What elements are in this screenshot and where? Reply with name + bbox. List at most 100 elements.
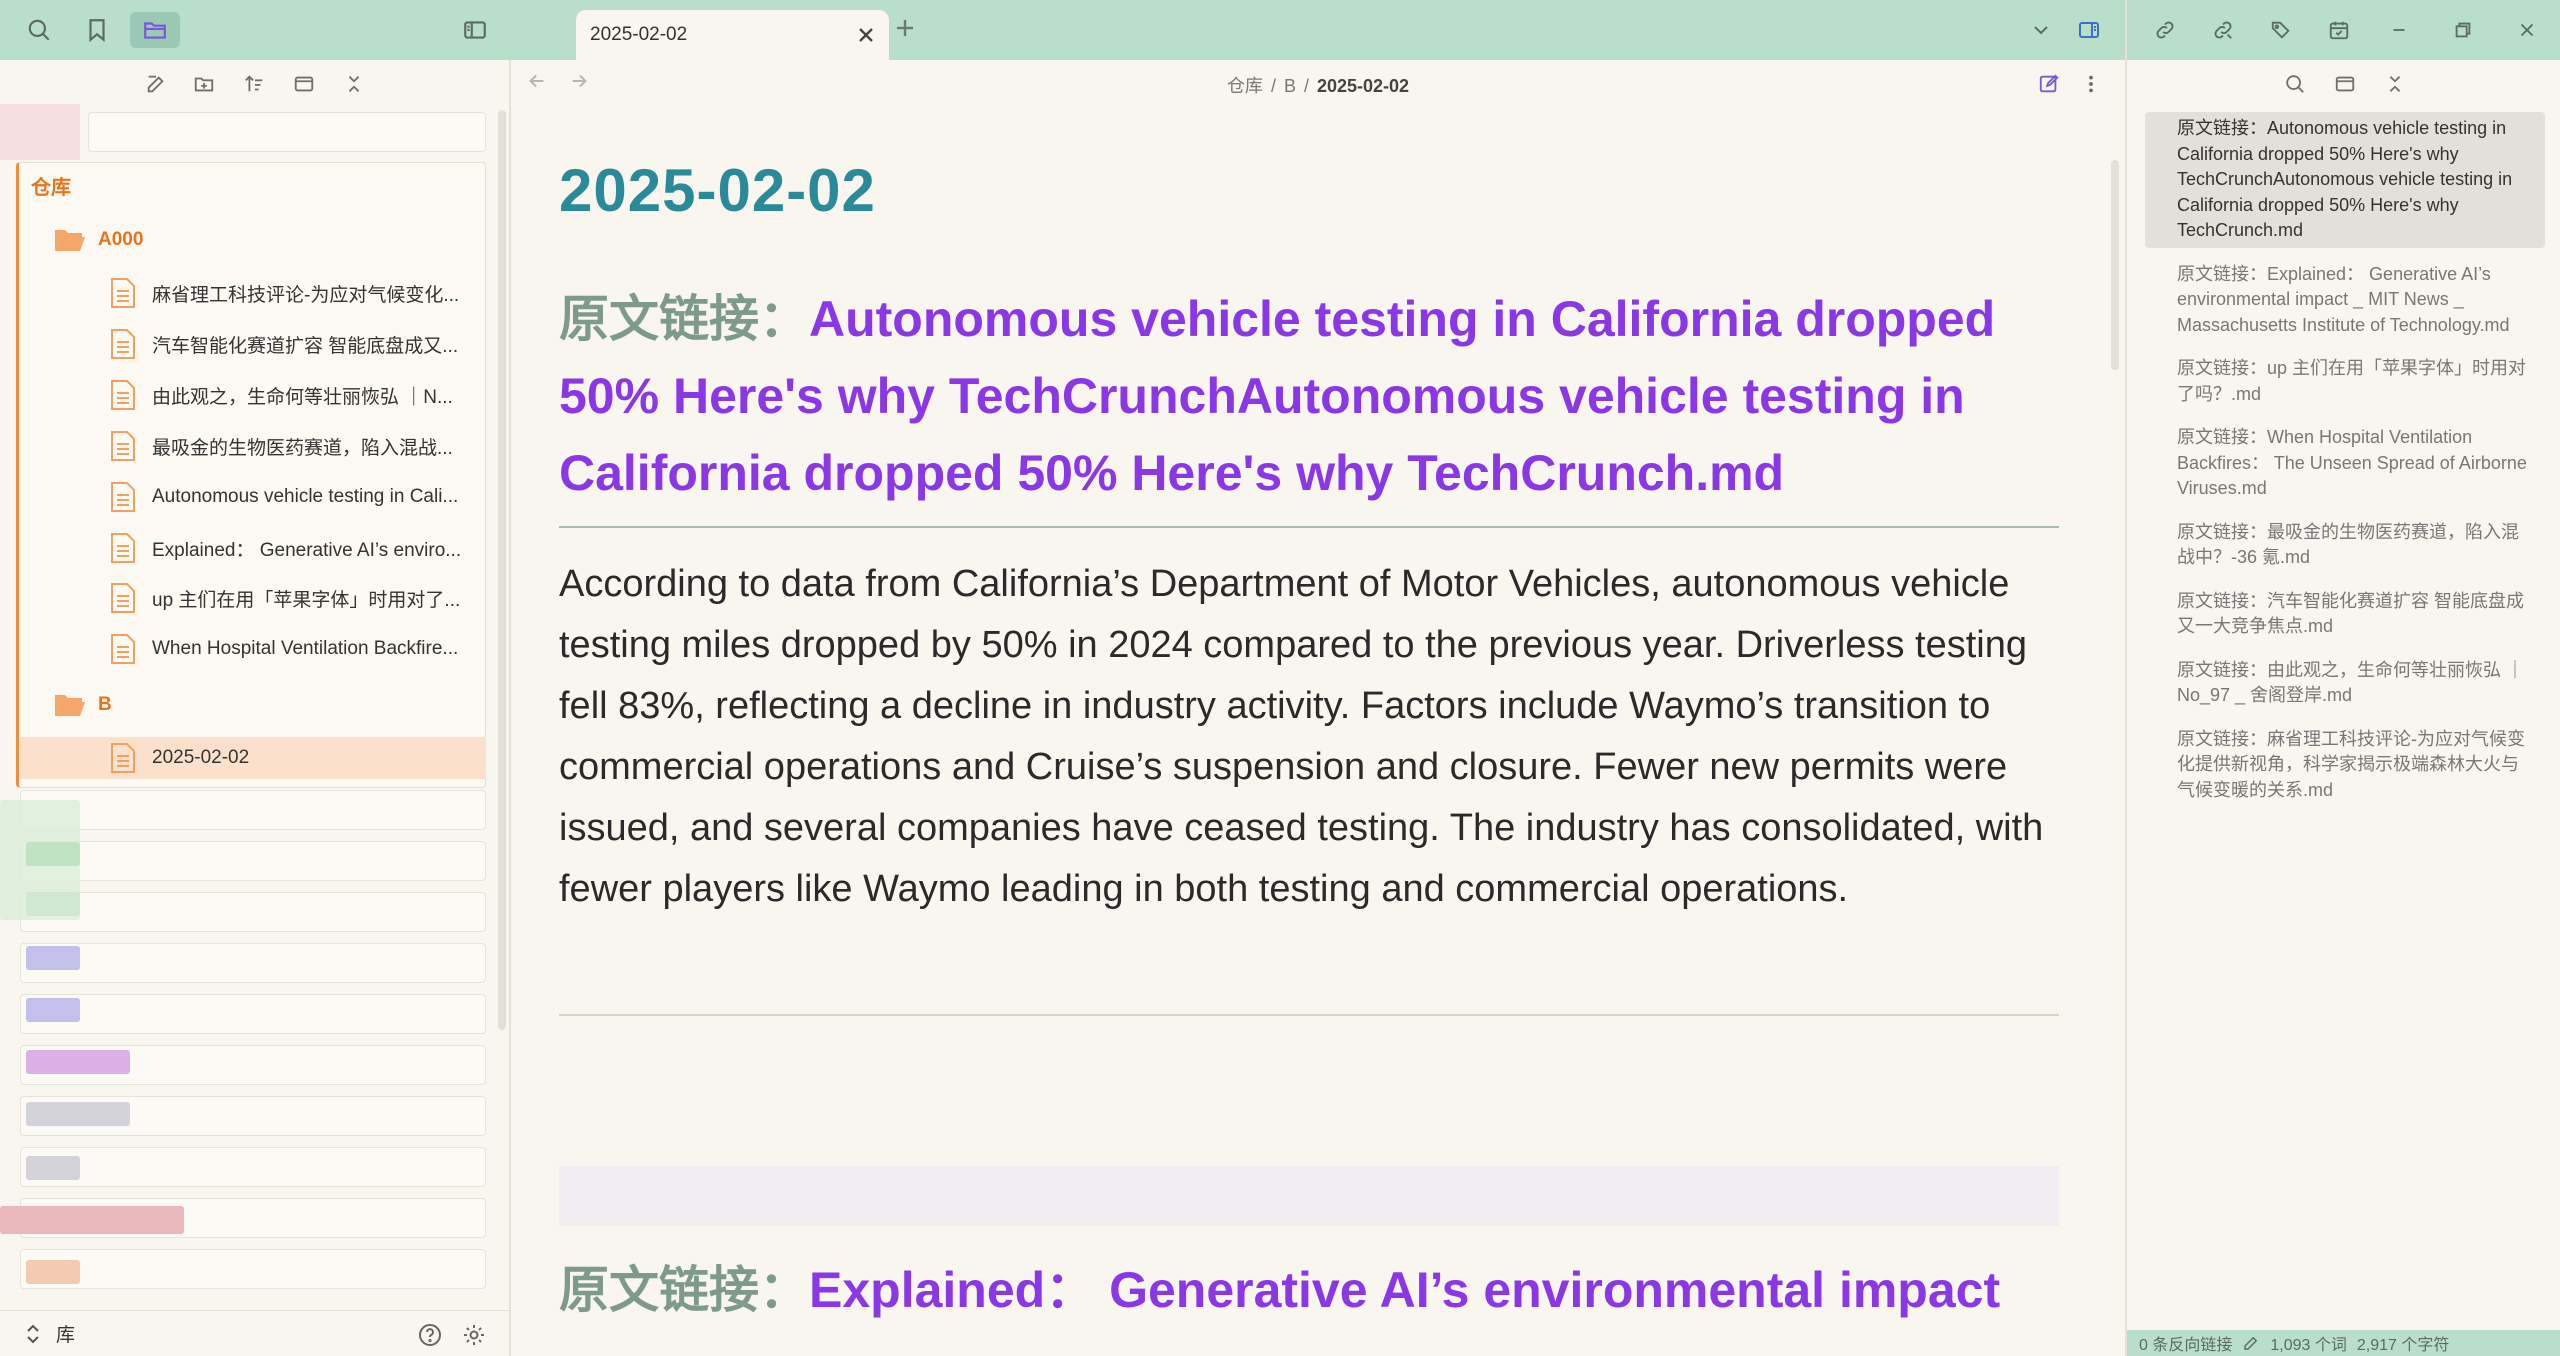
minimize-button[interactable] xyxy=(2385,16,2413,44)
left-scrollbar[interactable] xyxy=(498,110,506,1030)
file-icon xyxy=(111,329,135,359)
breadcrumb: 仓库 / B/2025-02-02 xyxy=(1226,76,1410,96)
more-options-button[interactable] xyxy=(2077,70,2105,98)
file-item[interactable]: Autonomous vehicle testing in Cali... xyxy=(110,476,500,518)
pencil-icon xyxy=(2244,1336,2258,1350)
close-window-button[interactable] xyxy=(2513,16,2541,44)
view-header: 仓库 / B/2025-02-02 xyxy=(511,60,2125,106)
new-tab-button[interactable] xyxy=(894,17,920,43)
file-icon xyxy=(111,583,135,613)
breadcrumb-item[interactable]: 仓库 xyxy=(1227,76,1263,96)
bookmarks-button[interactable] xyxy=(72,12,122,48)
search-backlinks-button[interactable] xyxy=(2279,68,2311,100)
calendar-tab[interactable] xyxy=(2325,16,2353,44)
backlinks-tab[interactable] xyxy=(2151,16,2179,44)
blurred-row xyxy=(20,841,486,881)
folder-b[interactable]: B xyxy=(54,685,112,725)
close-icon[interactable] xyxy=(857,26,875,44)
blurred-row xyxy=(20,892,486,932)
auto-reveal-button[interactable] xyxy=(288,68,320,100)
embed-block[interactable] xyxy=(559,1166,2059,1226)
backlink-item[interactable]: 原文链接：最吸金的生物医药赛道，陷入混战中？-36 氪.md xyxy=(2145,516,2545,575)
file-item-selected[interactable]: 2025-02-02 xyxy=(20,737,486,779)
edit-icon xyxy=(2039,74,2059,93)
new-folder-button[interactable] xyxy=(188,68,220,100)
backlink-item[interactable]: 原文链接：Explained： Generative AI’s environm… xyxy=(2145,258,2545,343)
heading-prefix: 原文链接： xyxy=(559,291,809,347)
editor-pane: 仓库 / B/2025-02-02 2025-02-02 原文链接：Autonomo… xyxy=(511,60,2125,1356)
toggle-context-button[interactable] xyxy=(2329,68,2361,100)
folder-a000[interactable]: A000 xyxy=(54,220,143,260)
file-item[interactable]: 麻省理工科技评论-为应对气候变化... xyxy=(110,272,500,314)
edit-icon xyxy=(147,75,164,93)
minimize-icon xyxy=(2393,29,2405,31)
file-icon xyxy=(111,431,135,461)
toggle-right-sidebar-button[interactable] xyxy=(2074,17,2104,43)
folder-icon xyxy=(144,22,166,39)
file-item[interactable]: When Hospital Ventilation Backfire... xyxy=(110,628,500,670)
blurred-swatch xyxy=(26,946,80,970)
document[interactable]: 2025-02-02 原文链接：Autonomous vehicle testi… xyxy=(559,156,2059,1322)
vault-label: 仓库 xyxy=(31,177,71,199)
tab-list-button[interactable] xyxy=(2026,17,2056,43)
file-label: 汽车智能化赛道扩容 智能底盘成又... xyxy=(152,335,459,357)
heading-prefix: 原文链接： xyxy=(559,1262,809,1318)
settings-button[interactable] xyxy=(462,1323,486,1352)
note-title[interactable]: 2025-02-02 xyxy=(559,156,2059,225)
backlink-item[interactable]: 原文链接：麻省理工科技评论-为应对气候变化提供新视角，科学家揭示极端森林大火与气… xyxy=(2145,723,2545,808)
backlink-item[interactable]: 原文链接：up 主们在用「苹果字体」时用对了吗？.md xyxy=(2145,352,2545,411)
blurred-row xyxy=(20,943,486,983)
folder-open-icon xyxy=(55,695,85,716)
file-item[interactable]: 最吸金的生物医药赛道，陷入混战... xyxy=(110,425,500,467)
status-word-count[interactable]: 1,093 个词 xyxy=(2270,1331,2347,1355)
help-button[interactable] xyxy=(418,1323,442,1352)
status-char-count[interactable]: 2,917 个字符 xyxy=(2357,1331,2450,1355)
paragraph[interactable]: According to data from California’s Depa… xyxy=(559,554,2059,920)
chevron-down-icon xyxy=(2034,26,2048,35)
sort-button[interactable] xyxy=(238,68,270,100)
outgoing-links-tab[interactable] xyxy=(2209,16,2237,44)
sidebar-toggle-icon xyxy=(464,21,486,39)
tab-bar: 2025-02-02 xyxy=(511,0,2125,60)
backlink-item[interactable]: 原文链接：汽车智能化赛道扩容 智能底盘成又一大竞争焦点.md xyxy=(2145,585,2545,644)
editor-scrollbar[interactable] xyxy=(2111,160,2119,370)
blurred-swatch xyxy=(26,1102,130,1126)
heading-link[interactable]: Explained： Generative AI’s environmental… xyxy=(809,1262,2000,1318)
backlink-item[interactable]: 原文链接：When Hospital Ventilation Backfires… xyxy=(2145,421,2545,506)
breadcrumb-current[interactable]: 2025-02-02 xyxy=(1317,76,1409,96)
left-sidebar: 仓库 A000 麻省理工科技评论-为应对气候变化... 汽车智能化赛道扩容 智能… xyxy=(0,0,511,1356)
file-item[interactable]: 汽车智能化赛道扩容 智能底盘成又... xyxy=(110,323,500,365)
restore-button[interactable] xyxy=(2449,16,2477,44)
toggle-left-sidebar-button[interactable] xyxy=(450,12,500,48)
collapse-results-button[interactable] xyxy=(2379,68,2411,100)
file-label: Autonomous vehicle testing in Cali... xyxy=(152,486,459,507)
files-button[interactable] xyxy=(130,12,180,48)
file-icon xyxy=(111,533,135,563)
bookmark-icon xyxy=(89,19,105,43)
sort-icon xyxy=(245,75,263,92)
status-backlinks[interactable]: 0 条反向链接 xyxy=(2139,1331,2232,1355)
tab-2025-02-02[interactable]: 2025-02-02 xyxy=(576,10,889,60)
file-item[interactable]: Explained： Generative AI’s enviro... xyxy=(110,527,500,569)
file-icon xyxy=(111,634,135,664)
file-icon xyxy=(111,278,135,308)
blurred-row xyxy=(88,112,486,152)
new-note-button[interactable] xyxy=(140,68,172,100)
backlink-item[interactable]: 原文链接：由此观之，生命何等壮丽恢弘 ｜No_97 _ 舍阁登岸.md xyxy=(2145,654,2545,713)
chevron-up-down-icon xyxy=(27,1324,39,1343)
search-button[interactable] xyxy=(14,12,64,48)
collapse-all-button[interactable] xyxy=(338,68,370,100)
heading-1[interactable]: 原文链接：Autonomous vehicle testing in Calif… xyxy=(559,281,2059,512)
vault-switcher[interactable]: 库 xyxy=(24,1320,75,1347)
collapse-icon xyxy=(348,76,360,92)
heading-2[interactable]: 原文链接：Explained： Generative AI’s environm… xyxy=(559,1250,2059,1322)
backlink-item[interactable]: 原文链接：Autonomous vehicle testing in Calif… xyxy=(2145,112,2545,248)
breadcrumb-item[interactable]: B xyxy=(1284,76,1296,96)
tags-tab[interactable] xyxy=(2267,16,2295,44)
folder-label: B xyxy=(98,694,112,715)
backlinks-toolbar xyxy=(2127,60,2560,106)
edit-mode-button[interactable] xyxy=(2035,70,2063,98)
file-item[interactable]: up 主们在用「苹果字体」时用对了... xyxy=(110,577,500,619)
file-item[interactable]: 由此观之，生命何等壮丽恢弘 ｜N... xyxy=(110,374,500,416)
heading-underline xyxy=(559,526,2059,528)
